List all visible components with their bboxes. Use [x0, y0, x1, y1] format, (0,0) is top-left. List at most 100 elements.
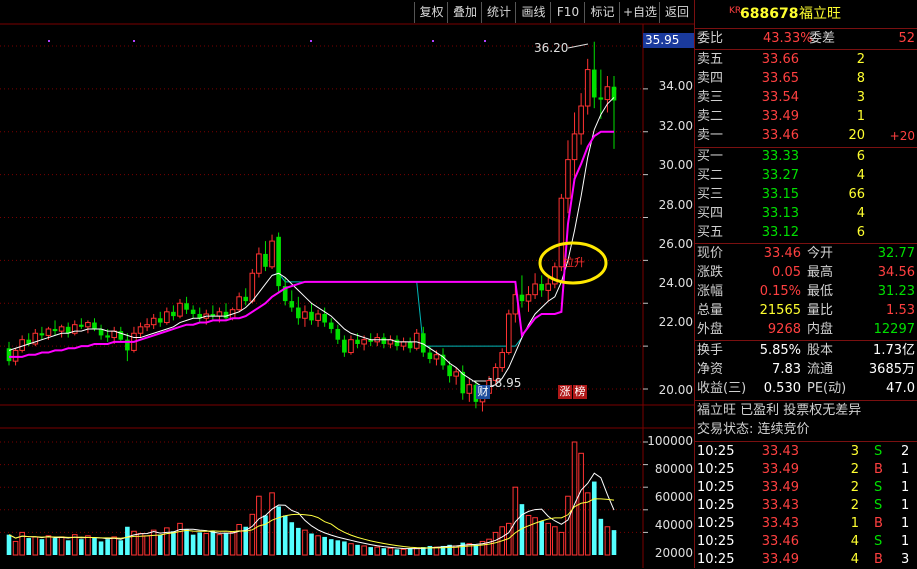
candle-body: [519, 294, 525, 302]
sell-level-row[interactable]: 卖五 33.66 2: [695, 51, 917, 69]
volume-bar: [32, 536, 39, 556]
candle-body: [58, 326, 65, 332]
candle-body: [322, 313, 327, 323]
volume-bar: [229, 531, 236, 556]
ma-cyan-line: [271, 272, 523, 347]
candle-body: [296, 307, 301, 319]
candle-body: [335, 328, 341, 340]
buy-price: 33.27: [761, 168, 799, 183]
candle-body: [355, 339, 360, 344]
candle-body: [157, 318, 163, 323]
rally-annotation: 拉升: [563, 256, 585, 269]
tick-row[interactable]: 10:25 33.49 4 B 3: [695, 551, 917, 569]
volume-bar: [6, 534, 12, 555]
price-tick: 34.00: [658, 79, 693, 93]
tick-row[interactable]: 10:25 33.49 2 B 1: [695, 461, 917, 479]
buy-volume: 4: [856, 206, 865, 221]
buy-volume: 6: [856, 149, 865, 164]
candle-body: [269, 240, 275, 268]
sell-level-label: 卖三: [697, 90, 724, 105]
fund-label: 流通: [807, 362, 834, 377]
candle-body: [420, 333, 426, 353]
tick-price: 33.49: [761, 480, 799, 495]
tick-row[interactable]: 10:25 33.43 1 B 1: [695, 515, 917, 533]
toolbar-stats-button[interactable]: 统计: [481, 2, 516, 23]
candle-body: [243, 296, 249, 302]
tick-time: 10:25: [697, 444, 735, 459]
tick-time: 10:25: [697, 480, 735, 495]
tick-side: B: [874, 516, 883, 531]
volume-bar: [342, 541, 347, 555]
profit-status: 福立旺 已盈利 投票权无差异: [697, 403, 862, 418]
stat-value: 12297: [873, 322, 915, 337]
tick-side: B: [874, 462, 883, 477]
volume-bar: [177, 522, 183, 556]
buy-volume: 6: [856, 225, 865, 240]
tick-time: 10:25: [697, 534, 735, 549]
tick-row[interactable]: 10:25 33.46 4 S 1: [695, 533, 917, 551]
sell-level-row[interactable]: 卖三 33.54 3: [695, 89, 917, 107]
candle-body: [249, 272, 256, 302]
tick-volume: 1: [850, 516, 859, 531]
candle-body: [12, 349, 19, 362]
volume-bar: [111, 536, 118, 556]
sell-level-row[interactable]: 卖四 33.65 8: [695, 70, 917, 88]
limit-up-badge[interactable]: 涨: [558, 385, 572, 399]
sell-level-row[interactable]: 卖一 33.46 20 +20: [695, 127, 917, 145]
volume-bar: [552, 526, 558, 556]
volume-bar: [539, 521, 544, 555]
kline-chart[interactable]: [0, 0, 694, 568]
fund-value: 3685万: [868, 362, 915, 377]
tick-count: 1: [901, 498, 910, 513]
fund-row: 净资 7.83 流通 3685万: [695, 361, 917, 379]
tick-row[interactable]: 10:25 33.49 2 S 1: [695, 479, 917, 497]
toolbar-draw-button[interactable]: 画线: [515, 2, 551, 23]
buy-level-label: 买二: [697, 168, 724, 183]
candle-body: [137, 326, 144, 334]
stat-label: 今开: [807, 246, 834, 261]
volume-bar: [289, 522, 295, 555]
toolbar-back-button[interactable]: 返回: [659, 2, 695, 23]
tick-price: 33.49: [761, 552, 799, 567]
candle-body: [400, 341, 407, 347]
candle-body: [328, 322, 334, 329]
candle-body: [545, 283, 552, 291]
tick-volume: 4: [850, 534, 859, 549]
volume-bar: [190, 534, 196, 555]
tick-row[interactable]: 10:25 33.43 2 S 1: [695, 497, 917, 515]
volume-bar: [558, 531, 565, 556]
ranking-badge[interactable]: 榜: [573, 385, 587, 399]
tick-side: S: [874, 534, 883, 549]
volume-tick: 20000: [654, 546, 693, 560]
buy-level-row[interactable]: 买二 33.27 4: [695, 167, 917, 185]
candle-body: [342, 339, 347, 353]
volume-bar: [26, 538, 32, 555]
toolbar-mark-button[interactable]: 标记: [584, 2, 620, 23]
buy-level-row[interactable]: 买四 33.13 4: [695, 205, 917, 223]
weicha-value: 52: [898, 31, 915, 46]
tick-row[interactable]: 10:25 33.43 3 S 2: [695, 443, 917, 461]
tick-price: 33.49: [761, 462, 799, 477]
event-marker: [432, 40, 434, 42]
toolbar-fuquan-button[interactable]: 复权: [414, 2, 448, 23]
candle-body: [427, 352, 433, 359]
tick-volume: 4: [850, 552, 859, 567]
buy-level-row[interactable]: 买三 33.15 66: [695, 186, 917, 204]
toolbar-add-watch-button[interactable]: +自选: [619, 2, 660, 23]
buy-level-row[interactable]: 买一 33.33 6: [695, 148, 917, 166]
volume-bar: [85, 535, 91, 556]
buy-level-row[interactable]: 买五 33.12 6: [695, 224, 917, 242]
sell-level-row[interactable]: 卖二 33.49 1: [695, 108, 917, 126]
volume-bar: [223, 533, 229, 555]
stat-value: 9268: [767, 322, 801, 337]
stat-label: 量比: [807, 303, 834, 318]
tick-side: S: [874, 480, 883, 495]
candle-body: [92, 322, 97, 329]
sell-volume: 2: [856, 52, 865, 67]
finance-badge[interactable]: 财: [476, 385, 490, 399]
toolbar-overlay-button[interactable]: 叠加: [447, 2, 482, 23]
toolbar-f10-button[interactable]: F10: [550, 2, 585, 23]
fund-label: 净资: [697, 362, 724, 377]
candle-body: [85, 322, 91, 328]
tick-time: 10:25: [697, 498, 735, 513]
